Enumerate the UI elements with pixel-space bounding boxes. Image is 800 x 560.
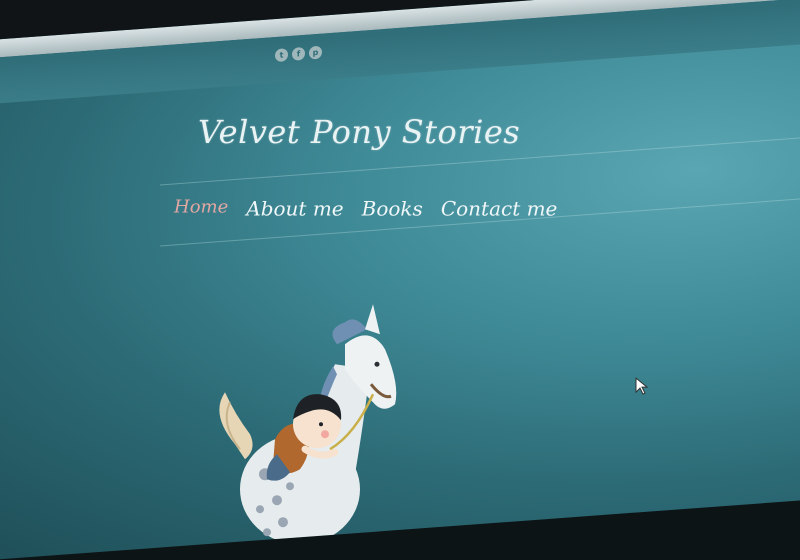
facebook-icon[interactable]: f	[292, 46, 305, 61]
nav-item-books[interactable]: Books	[362, 196, 423, 220]
mouse-cursor-icon	[635, 377, 649, 395]
pinterest-icon[interactable]: p	[309, 45, 322, 60]
pony-and-child-illustration	[219, 304, 397, 545]
nav-item-about-me[interactable]: About me	[246, 196, 343, 220]
site-title[interactable]: Velvet Pony Stories	[198, 113, 520, 151]
browser-viewport: t f p Velvet Pony Stories Home About me …	[0, 0, 800, 560]
nav-item-home[interactable]: Home	[174, 196, 228, 220]
social-icons: t f p	[275, 45, 322, 63]
main-nav: Home About me Books Contact me	[174, 196, 557, 220]
twitter-icon[interactable]: t	[275, 48, 288, 63]
